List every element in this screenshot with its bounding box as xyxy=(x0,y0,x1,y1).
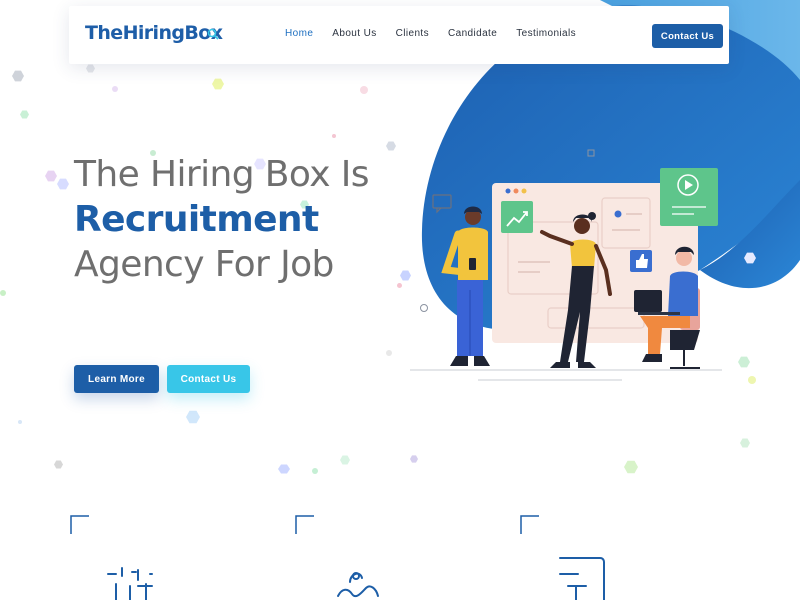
chart-icon xyxy=(501,201,533,233)
nav-about-us[interactable]: About Us xyxy=(332,28,376,39)
main-nav: Home About Us Clients Candidate Testimon… xyxy=(285,28,595,39)
hero-line-2: Recruitment xyxy=(74,199,319,240)
hero-line-3: Agency For Job xyxy=(74,244,334,285)
thumbs-up-icon xyxy=(630,250,652,272)
feature-network-icon xyxy=(107,567,153,600)
brand-logo[interactable]: TheHiringBox xyxy=(85,22,223,44)
landing-page: TheHiringBox Home About Us Clients Candi… xyxy=(0,0,800,600)
nav-testimonials[interactable]: Testimonials xyxy=(516,28,576,39)
feature-corner-icon xyxy=(70,515,89,534)
feature-document-icon xyxy=(559,557,605,600)
hero-illustration xyxy=(410,149,722,381)
hero-line-1: The Hiring Box Is xyxy=(74,154,370,195)
chat-icon xyxy=(432,194,452,214)
feature-corner-icon xyxy=(520,515,539,534)
man-with-phone xyxy=(441,206,490,366)
play-icon xyxy=(660,168,718,226)
learn-more-button[interactable]: Learn More xyxy=(74,365,159,393)
header-contact-button[interactable]: Contact Us xyxy=(652,24,723,48)
brand-logo-text: TheHiringBox xyxy=(85,22,223,44)
hero-heading: The Hiring Box Is Recruitment Agency For… xyxy=(74,152,370,287)
feature-hands-icon xyxy=(337,572,379,598)
nav-candidate[interactable]: Candidate xyxy=(448,28,497,39)
nav-home[interactable]: Home xyxy=(285,28,313,39)
site-header: TheHiringBox Home About Us Clients Candi… xyxy=(69,6,729,64)
magnifier-logo-icon xyxy=(208,28,220,40)
feature-corner-icon xyxy=(295,515,314,534)
nav-clients[interactable]: Clients xyxy=(396,28,429,39)
hero-contact-button[interactable]: Contact Us xyxy=(167,365,250,393)
